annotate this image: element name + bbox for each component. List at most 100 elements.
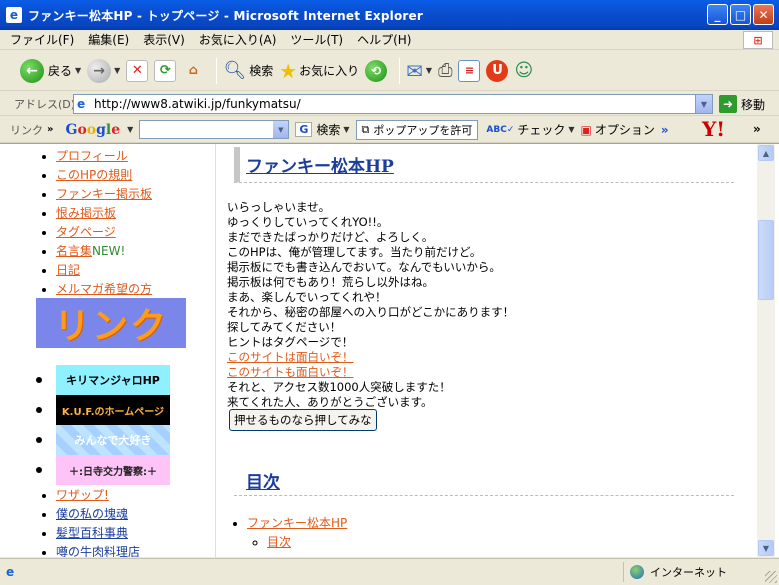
sidebar-link[interactable]: プロフィール	[56, 149, 128, 163]
search-dropdown-icon[interactable]: ▼	[343, 125, 349, 134]
favorites-button[interactable]: ★ お気に入り	[279, 59, 359, 83]
resize-grip[interactable]	[765, 571, 777, 583]
google-search-button[interactable]: G 検索 ▼	[295, 121, 350, 138]
star-icon: ★	[279, 58, 298, 83]
page-status-icon: e	[6, 565, 15, 579]
mail-icon: ✉	[406, 58, 423, 83]
banner-kilimanjaro[interactable]: キリマンジャロHP	[56, 365, 170, 395]
minimize-button[interactable]: _	[707, 4, 728, 25]
check-label: チェック	[517, 123, 566, 137]
toc-sublink[interactable]: 目次	[267, 535, 291, 549]
sidebar-link[interactable]: 名言集	[56, 244, 92, 258]
sidebar-link[interactable]: ワザップ!	[56, 488, 109, 502]
stop-icon[interactable]: ✕	[126, 59, 149, 82]
google-logo[interactable]: Google	[65, 122, 120, 138]
popup-allow-button[interactable]: ⧉ ポップアップを許可	[355, 119, 479, 140]
sidebar-link[interactable]: 僕の私の塊魂	[56, 507, 128, 521]
scroll-thumb[interactable]	[758, 220, 774, 300]
history-icon[interactable]: ⟲	[365, 59, 388, 82]
sidebar-link[interactable]: メルマガ希望の方	[56, 282, 152, 296]
address-input[interactable]: e http://www8.atwiki.jp/funkymatsu/ ▼	[73, 94, 713, 114]
sidebar-link[interactable]: このHPの規則	[56, 168, 132, 182]
links-expand-icon[interactable]: »	[47, 124, 53, 135]
maximize-button[interactable]: □	[730, 4, 751, 25]
print-icon[interactable]: ⎙	[438, 60, 452, 81]
welcome-text: いらっしゃいませ。 ゆっくりしていってくれYO!!。 まだできたばっかりだけど、…	[227, 200, 514, 410]
toc-item: ファンキー松本HP 目次	[247, 514, 347, 552]
spell-check-button[interactable]: ABC✓ チェック ▼	[486, 121, 574, 138]
banner-minna[interactable]: みんなで大好き	[56, 425, 170, 455]
search-button[interactable]: 🔍︎ 検索	[223, 60, 273, 81]
bullet	[36, 437, 42, 443]
menu-bar: ファイル(F) 編集(E) 表示(V) お気に入り(A) ツール(T) ヘルプ(…	[0, 30, 779, 50]
bullet	[36, 467, 42, 473]
menu-help[interactable]: ヘルプ(H)	[357, 31, 411, 48]
sidebar-item-hairstyle: 髪型百科事典	[56, 524, 140, 543]
sidebar-link[interactable]: 恨み掲示板	[56, 206, 116, 220]
go-button[interactable]: ➜ 移動	[719, 95, 765, 113]
options-label: オプション	[594, 123, 655, 137]
scroll-down-icon[interactable]: ▼	[758, 540, 774, 556]
forward-dropdown-icon[interactable]: ▼	[114, 66, 120, 75]
google-menu-icon[interactable]: ▼	[127, 125, 133, 134]
back-dropdown-icon[interactable]: ▼	[75, 66, 81, 75]
banner-row: みんなで大好き	[36, 425, 170, 455]
address-dropdown-icon[interactable]: ▼	[695, 95, 712, 113]
home-icon[interactable]: ⌂	[182, 60, 204, 82]
menu-file[interactable]: ファイル(F)	[10, 31, 74, 48]
menu-view[interactable]: 表示(V)	[143, 31, 185, 48]
banner-kuf[interactable]: K.U.F.のホームページ	[56, 395, 170, 425]
standard-toolbar: ← 戻る ▼ → ▼ ✕ ⟳ ⌂ 🔍︎ 検索 ★ お気に入り ⟲ ✉ ▼ ⎙ ≡…	[0, 51, 779, 91]
discuss-icon[interactable]: ☺	[514, 60, 533, 81]
text-line: ゆっくりしていってくれYO!!。	[227, 215, 389, 229]
mail-button[interactable]: ✉ ▼	[406, 59, 432, 83]
sidebar-link[interactable]: 日記	[56, 263, 80, 277]
check-dropdown-icon[interactable]: ▼	[568, 125, 574, 134]
sidebar-item-katamari: 僕の私の塊魂	[56, 505, 140, 524]
mail-dropdown-icon[interactable]: ▼	[426, 66, 432, 75]
toc-heading-link[interactable]: 目次	[246, 468, 280, 493]
edit-icon[interactable]: ≡	[458, 59, 481, 82]
sidebar-link[interactable]: 噂の牛肉料理店	[56, 545, 140, 557]
menu-tools[interactable]: ツール(T)	[290, 31, 343, 48]
back-button[interactable]: ← 戻る ▼	[20, 58, 81, 83]
sidebar-item-rules: このHPの規則	[56, 166, 215, 185]
scroll-up-icon[interactable]: ▲	[758, 145, 774, 161]
yahoo-logo[interactable]: Y!	[702, 117, 725, 141]
sidebar-link[interactable]: タグページ	[56, 225, 116, 239]
link-banner-image: リンク	[36, 298, 186, 348]
options-icon: ▣	[580, 122, 592, 137]
site-link-1[interactable]: このサイトは面白いぞ！	[227, 350, 354, 364]
toolbar-separator	[399, 57, 401, 84]
sidebar-link[interactable]: 髪型百科事典	[56, 526, 128, 540]
refresh-icon[interactable]: ⟳	[154, 59, 177, 82]
toc-link[interactable]: ファンキー松本HP	[247, 516, 347, 530]
page-title-link[interactable]: ファンキー松本HP	[246, 152, 394, 177]
menu-favorites[interactable]: お気に入り(A)	[199, 31, 277, 48]
site-link-2[interactable]: このサイトも面白いぞ！	[227, 365, 354, 379]
google-search-input[interactable]: ▼	[139, 120, 290, 139]
menu-edit[interactable]: 編集(E)	[88, 31, 129, 48]
page-icon: e	[77, 97, 86, 111]
forward-button[interactable]: → ▼	[87, 58, 120, 83]
sidebar-item-beef: 噂の牛肉料理店	[56, 543, 140, 557]
overflow-chevron-icon[interactable]: »	[753, 122, 761, 136]
banner-row: K.U.F.のホームページ	[36, 395, 170, 425]
text-line: 掲示板にでも書き込んでおいて。なんでもいいから。	[227, 260, 501, 274]
links-label[interactable]: リンク	[10, 122, 43, 138]
more-icon[interactable]: »	[661, 123, 669, 137]
push-button[interactable]: 押せるものなら押してみな	[229, 409, 377, 431]
close-button[interactable]: ✕	[753, 4, 774, 25]
google-search-dropdown-icon[interactable]: ▼	[273, 121, 289, 138]
zone-label: インターネット	[650, 566, 727, 579]
messenger-u-icon[interactable]: U	[486, 59, 509, 82]
address-url: http://www8.atwiki.jp/funkymatsu/	[94, 97, 301, 111]
abc-check-icon: ABC✓	[486, 124, 515, 135]
banner-row: ＋:日寺交力警察:＋	[36, 455, 170, 485]
options-button[interactable]: ▣ オプション »	[581, 121, 669, 138]
popup-label: ポップアップを許可	[373, 123, 473, 137]
main-content: ファンキー松本HP いらっしゃいませ。 ゆっくりしていってくれYO!!。 まだで…	[217, 144, 757, 557]
banner-police[interactable]: ＋:日寺交力警察:＋	[56, 455, 170, 485]
vertical-scrollbar[interactable]: ▲ ▼	[757, 144, 775, 557]
sidebar-link[interactable]: ファンキー掲示板	[56, 187, 152, 201]
